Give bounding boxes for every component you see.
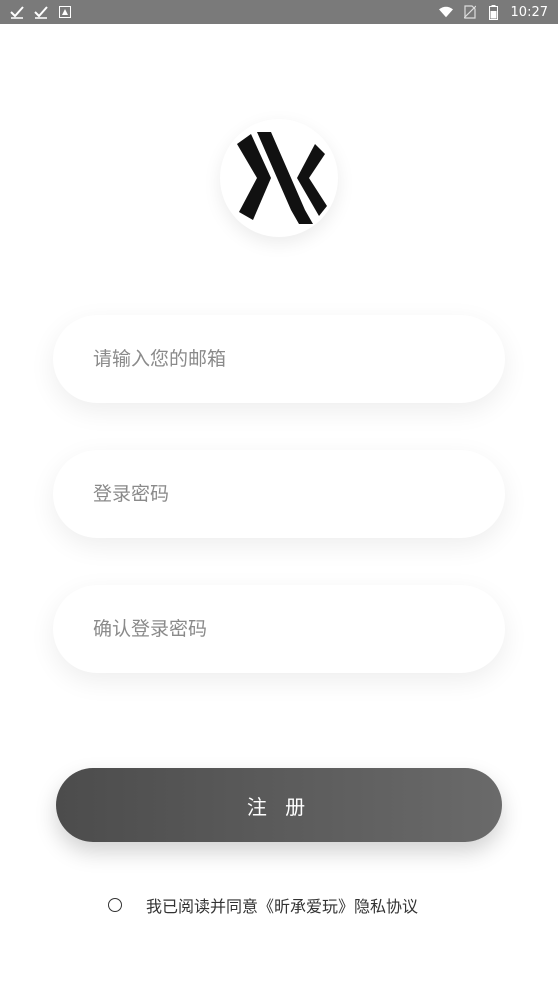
agreement-text[interactable]: 我已阅读并同意《昕承爱玩》隐私协议 bbox=[146, 893, 418, 917]
register-button[interactable]: 注 册 bbox=[56, 768, 502, 842]
password-input[interactable] bbox=[91, 482, 467, 506]
agreement-checkbox[interactable] bbox=[108, 898, 122, 912]
status-time: 10:27 bbox=[510, 4, 548, 20]
app-notification-icon bbox=[58, 5, 72, 19]
status-bar: 10:27 bbox=[0, 0, 558, 24]
check-download-icon bbox=[10, 5, 24, 19]
no-sim-icon bbox=[463, 5, 477, 19]
brand-x-logo-icon bbox=[237, 132, 327, 224]
confirm-password-input[interactable] bbox=[91, 617, 467, 641]
email-field[interactable] bbox=[53, 315, 505, 403]
register-screen: 10:27 注 册 我已阅读并同意《昕承爱玩》隐私协议 bbox=[0, 0, 558, 997]
email-input[interactable] bbox=[91, 347, 467, 371]
password-field[interactable] bbox=[53, 450, 505, 538]
confirm-password-field[interactable] bbox=[53, 585, 505, 673]
battery-icon bbox=[487, 4, 501, 20]
status-right-icons: 10:27 bbox=[438, 4, 548, 20]
privacy-agreement: 我已阅读并同意《昕承爱玩》隐私协议 bbox=[108, 893, 418, 917]
app-logo bbox=[220, 119, 338, 237]
check-download-icon bbox=[34, 5, 48, 19]
wifi-icon bbox=[438, 5, 453, 19]
status-left-icons bbox=[10, 5, 72, 19]
